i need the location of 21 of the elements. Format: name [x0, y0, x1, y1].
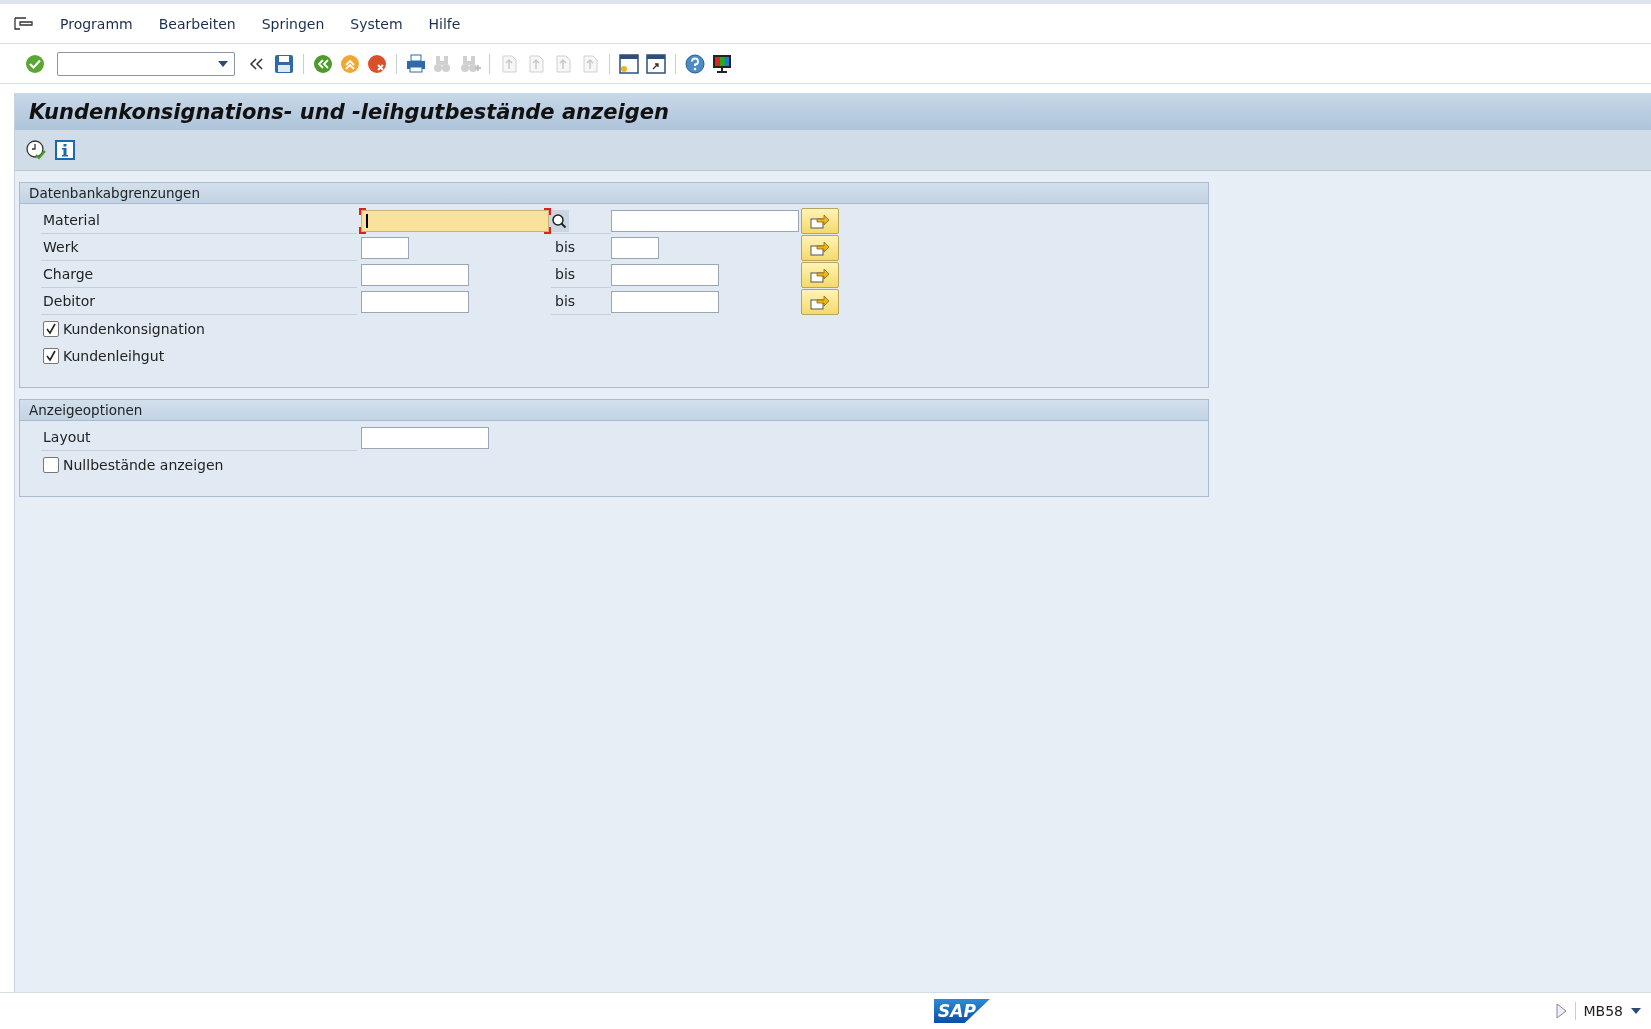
to-label: bis	[554, 239, 576, 255]
field-label: Werk	[41, 234, 357, 261]
field-label: Debitor	[41, 288, 357, 315]
sap-logo: SAP	[934, 999, 990, 1023]
transaction-code: MB58	[1583, 1003, 1623, 1019]
field-label: Layout	[41, 424, 357, 451]
to-label: bis	[554, 266, 576, 282]
menu-item[interactable]: Programm	[60, 15, 133, 32]
menu-item[interactable]: System	[350, 15, 403, 32]
menu-item[interactable]: Hilfe	[428, 15, 461, 32]
field-label: Material	[41, 207, 357, 234]
checkbox-label: Kundenkonsignation	[63, 320, 205, 337]
menu-item[interactable]: Bearbeiten	[158, 15, 236, 32]
menu-item[interactable]: Springen	[261, 15, 325, 32]
group-title: Datenbankabgrenzungen	[29, 185, 200, 201]
checkbox-label: Nullbestände anzeigen	[63, 456, 224, 473]
field-label: Charge	[41, 261, 357, 288]
group-title: Anzeigeoptionen	[29, 402, 143, 418]
to-label: bis	[554, 293, 576, 309]
checkbox-label: Kundenleihgut	[63, 347, 165, 364]
screen-title: Kundenkonsignations- und -leihgutbestände anzeigen	[29, 99, 669, 124]
